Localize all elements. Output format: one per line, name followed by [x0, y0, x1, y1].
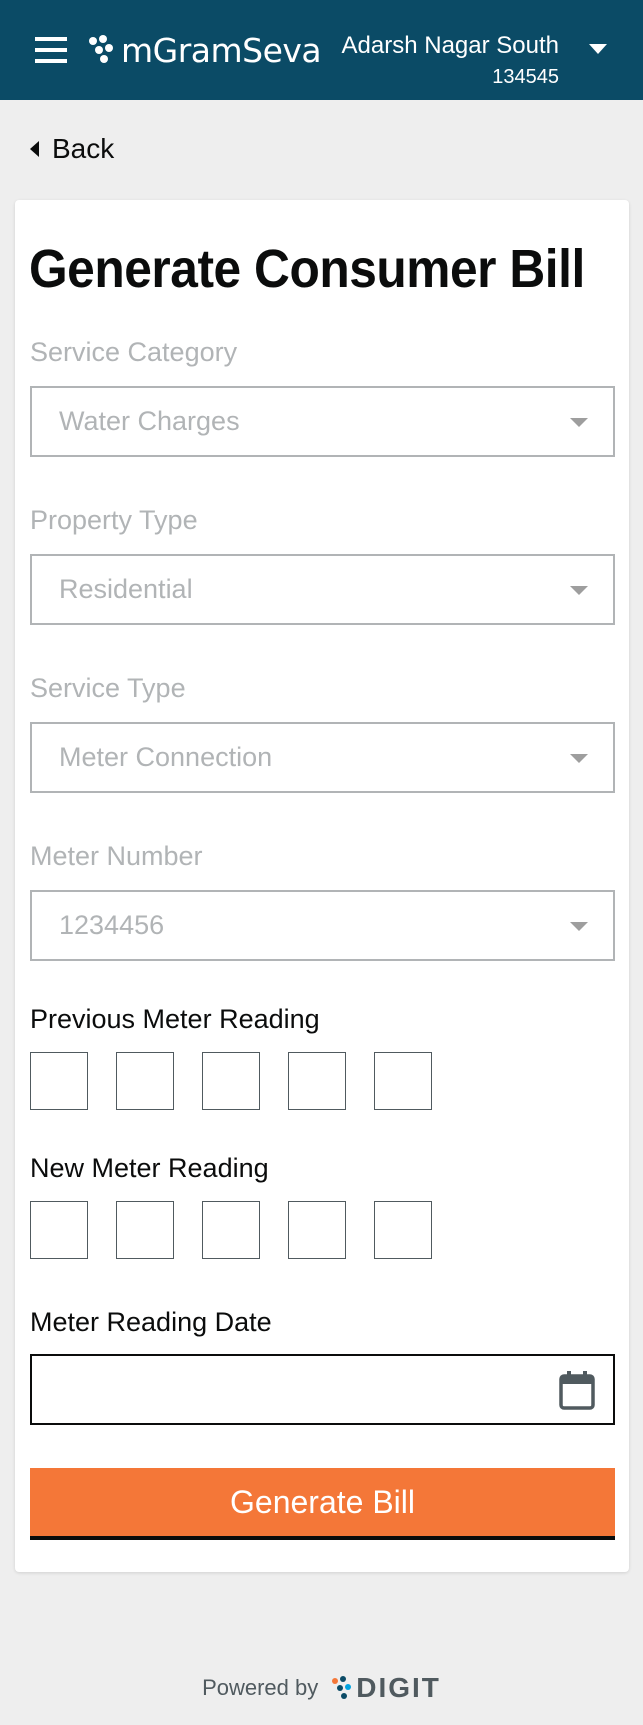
- powered-by-text: Powered by: [202, 1675, 319, 1700]
- page-title: Generate Consumer Bill: [29, 239, 585, 299]
- app-header: mGramSeva Adarsh Nagar South 134545: [0, 0, 643, 100]
- new-reading-digit-4[interactable]: [288, 1201, 346, 1259]
- previous-reading-digit-1[interactable]: [30, 1052, 88, 1110]
- generate-bill-label: Generate Bill: [230, 1483, 415, 1520]
- calendar-icon[interactable]: [559, 1370, 595, 1410]
- service-type-select[interactable]: Meter Connection: [30, 722, 615, 793]
- brand-dots-icon: [89, 35, 115, 65]
- new-reading-digit-5[interactable]: [374, 1201, 432, 1259]
- bill-form-card: Generate Consumer Bill Service Category …: [15, 200, 629, 1572]
- dropdown-caret-icon: [570, 754, 588, 763]
- property-type-label: Property Type: [30, 505, 198, 535]
- back-label: Back: [52, 133, 115, 164]
- new-reading-label: New Meter Reading: [30, 1153, 269, 1183]
- digit-dots-icon: [332, 1676, 352, 1700]
- digit-logo: DIGIT: [332, 1672, 441, 1704]
- service-type-value: Meter Connection: [59, 742, 273, 772]
- previous-reading-digit-4[interactable]: [288, 1052, 346, 1110]
- caret-left-icon: [30, 141, 39, 157]
- new-reading-digit-1[interactable]: [30, 1201, 88, 1259]
- new-reading-digit-3[interactable]: [202, 1201, 260, 1259]
- new-reading-digit-2[interactable]: [116, 1201, 174, 1259]
- tenant-selector[interactable]: Adarsh Nagar South 134545: [342, 32, 607, 89]
- property-type-value: Residential: [59, 574, 193, 604]
- previous-reading-digit-2[interactable]: [116, 1052, 174, 1110]
- dropdown-caret-icon: [570, 586, 588, 595]
- tenant-code: 134545: [492, 66, 559, 88]
- digit-brand: DIGIT: [356, 1672, 441, 1703]
- generate-bill-button[interactable]: Generate Bill: [30, 1468, 615, 1540]
- reading-date-label: Meter Reading Date: [30, 1307, 272, 1337]
- service-category-label: Service Category: [30, 337, 238, 367]
- service-category-select[interactable]: Water Charges: [30, 386, 615, 457]
- meter-number-select[interactable]: 1234456: [30, 890, 615, 961]
- previous-reading-digit-5[interactable]: [374, 1052, 432, 1110]
- footer: Powered by DIGIT: [0, 1668, 643, 1708]
- app-logo: mGramSeva: [89, 30, 322, 70]
- hamburger-icon[interactable]: [35, 37, 67, 63]
- previous-reading-digit-3[interactable]: [202, 1052, 260, 1110]
- previous-reading-label: Previous Meter Reading: [30, 1004, 320, 1034]
- back-link[interactable]: Back: [30, 133, 114, 165]
- meter-number-value: 1234456: [59, 910, 165, 940]
- brand-name: mGramSeva: [121, 30, 322, 70]
- tenant-name: Adarsh Nagar South: [341, 32, 559, 59]
- property-type-select[interactable]: Residential: [30, 554, 615, 625]
- service-type-label: Service Type: [30, 673, 186, 703]
- meter-number-label: Meter Number: [30, 841, 203, 871]
- service-category-value: Water Charges: [59, 406, 240, 436]
- dropdown-caret-icon: [570, 922, 588, 931]
- reading-date-input[interactable]: [30, 1354, 615, 1425]
- dropdown-caret-icon: [570, 418, 588, 427]
- chevron-down-icon: [589, 44, 607, 54]
